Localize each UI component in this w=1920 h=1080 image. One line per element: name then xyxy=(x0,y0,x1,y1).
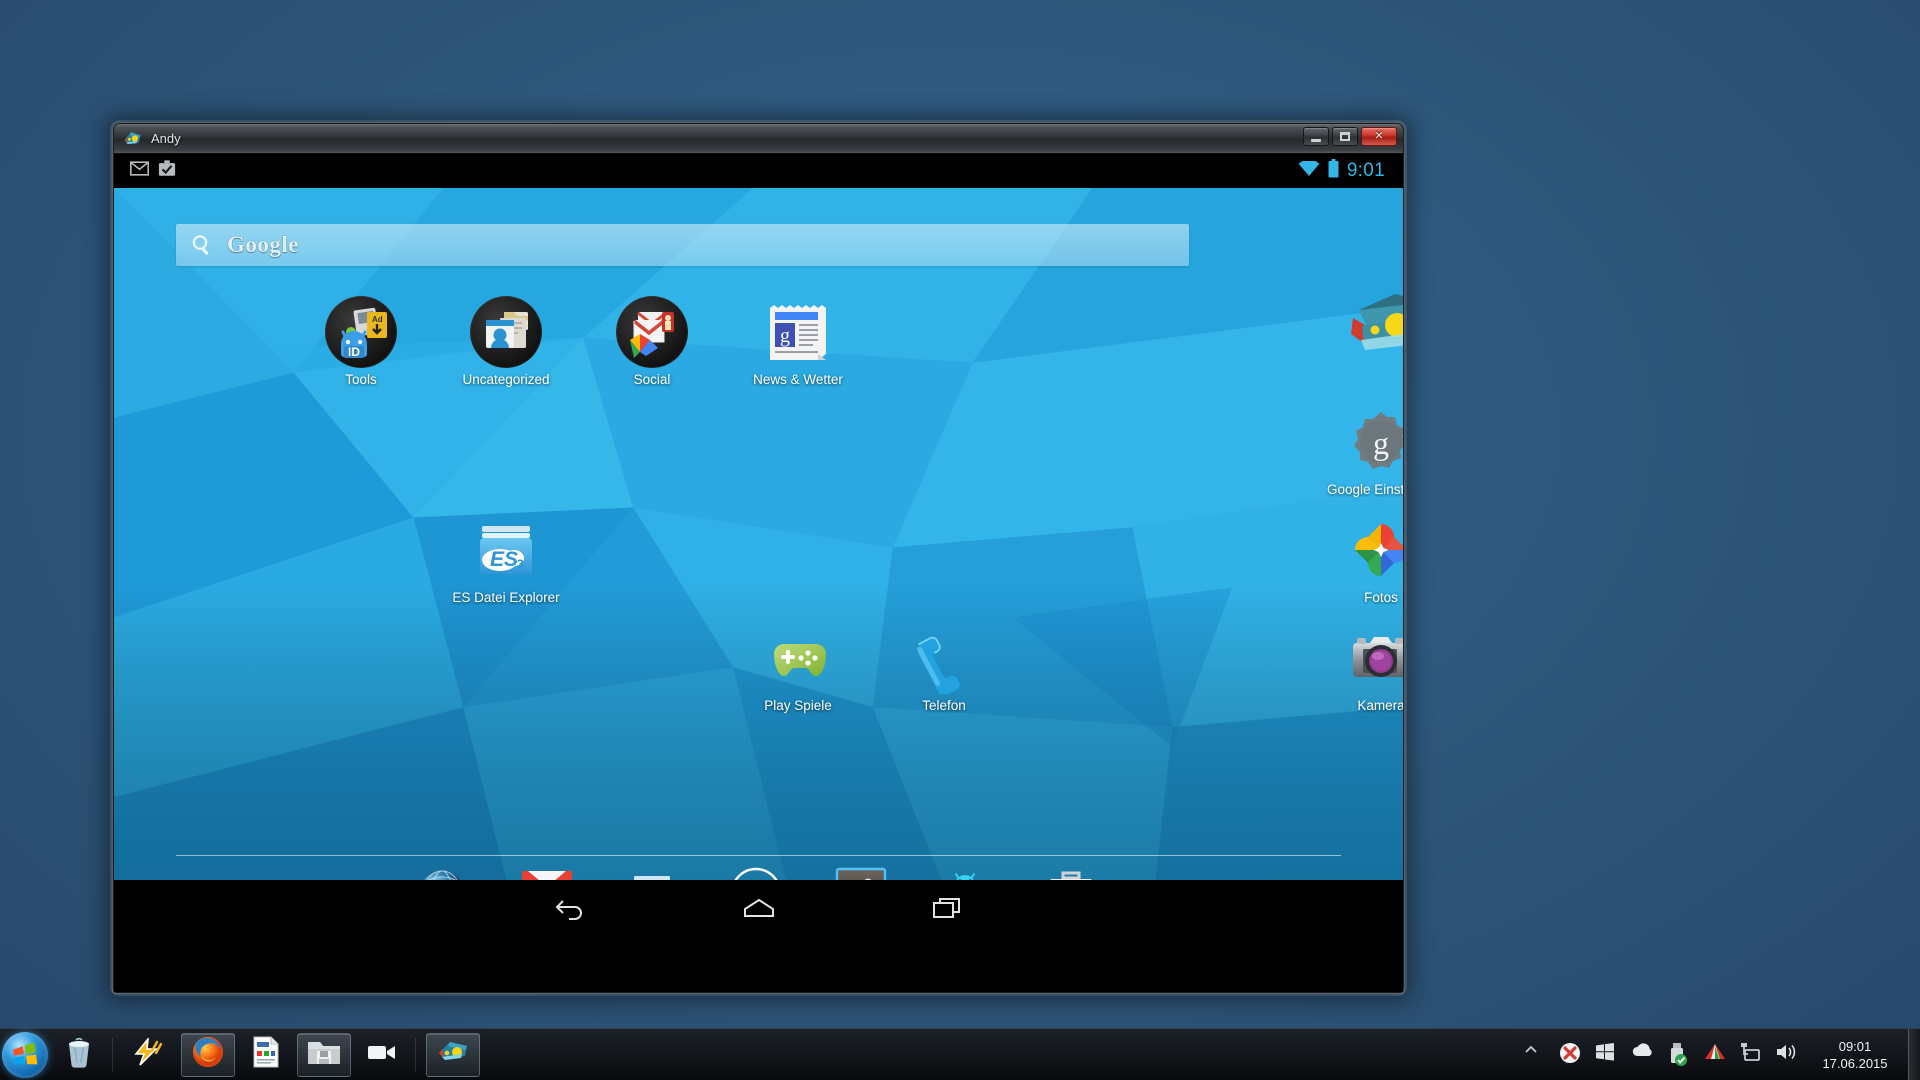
recents-icon[interactable] xyxy=(921,888,973,928)
firefox-icon xyxy=(191,1035,225,1074)
window-titlebar[interactable]: Andy ✕ xyxy=(114,124,1403,154)
android-navigation-bar xyxy=(114,880,1403,936)
windows-logo-icon[interactable] xyxy=(1595,1042,1621,1068)
app-icon-social[interactable]: Social xyxy=(590,296,714,387)
error-cross-icon[interactable] xyxy=(1559,1042,1585,1068)
window-title: Andy xyxy=(151,131,181,146)
home-icon[interactable] xyxy=(733,888,785,928)
app-label: Google Einstellungen xyxy=(1327,482,1403,497)
clock-time: 09:01 xyxy=(1838,1038,1872,1054)
briefcase-check-icon xyxy=(158,160,176,182)
show-desktop-button[interactable] xyxy=(1908,1028,1920,1080)
winamp-icon xyxy=(134,1036,166,1071)
taskbar-divider xyxy=(112,1037,113,1072)
android-home-screen: Google Ad ID Tools Uncategorized Social … xyxy=(114,188,1403,936)
svg-text:g: g xyxy=(780,325,790,347)
system-tray: 09:01 17.06.2015 xyxy=(1518,1028,1920,1080)
status-system-icons: 9:01 xyxy=(1298,159,1385,183)
wifi-icon xyxy=(1298,159,1320,182)
clock-date: 17.06.2015 xyxy=(1822,1055,1888,1071)
camera-icon xyxy=(1345,622,1403,694)
taskbar-divider xyxy=(415,1037,416,1072)
back-arrow-icon[interactable] xyxy=(545,888,597,928)
gmail-icon xyxy=(130,161,149,181)
camcorder-icon xyxy=(367,1042,397,1067)
maximize-button[interactable] xyxy=(1332,127,1358,146)
app-icon-phone[interactable]: Telefon xyxy=(882,622,1006,713)
taskbar-item-winamp[interactable] xyxy=(123,1033,177,1077)
app-icon-google-keep-box[interactable] xyxy=(1319,288,1403,364)
battery-icon xyxy=(1328,159,1339,183)
svg-text:3: 3 xyxy=(517,557,524,571)
windows-taskbar: 09:01 17.06.2015 xyxy=(0,1028,1920,1080)
app-label: ES Datei Explorer xyxy=(452,590,560,605)
android-screen: 9:01 Google Ad ID Tools Uncategorized So… xyxy=(114,154,1403,992)
chevron-up-icon[interactable] xyxy=(1523,1042,1549,1068)
google-photos-icon xyxy=(1345,514,1403,586)
android-status-bar: 9:01 xyxy=(114,154,1403,188)
andy-logo-icon xyxy=(123,129,142,148)
google-keep-box-icon xyxy=(1345,288,1403,360)
svg-text:ID: ID xyxy=(348,345,360,359)
taskbar-item-andy[interactable] xyxy=(426,1032,480,1077)
folder-tools-icon: Ad ID xyxy=(325,296,397,368)
andy-logo-icon xyxy=(436,1037,470,1072)
app-label: Play Spiele xyxy=(764,698,832,713)
status-notifications xyxy=(130,160,176,182)
folder-uncategorized-icon xyxy=(470,296,542,368)
avira-umbrella-icon[interactable] xyxy=(1703,1042,1729,1068)
app-icon-news-weather[interactable]: g News & Wetter xyxy=(736,296,860,387)
andy-emulator-window: Andy ✕ 9:01 Google Ad ID Tools Uncategor… xyxy=(110,120,1407,996)
svg-text:ES: ES xyxy=(490,548,518,571)
status-clock: 9:01 xyxy=(1346,160,1385,181)
app-label: News & Wetter xyxy=(753,372,843,387)
app-label: Kamera xyxy=(1357,698,1403,713)
app-icon-google-settings[interactable]: g Google Einstellungen xyxy=(1319,406,1403,497)
taskbar-item-firefox[interactable] xyxy=(181,1032,235,1077)
google-search-widget[interactable]: Google xyxy=(176,224,1189,266)
usb-check-icon[interactable] xyxy=(1667,1042,1693,1068)
google-settings-icon: g xyxy=(1345,406,1403,478)
taskbar-clock[interactable]: 09:01 17.06.2015 xyxy=(1816,1038,1894,1072)
phone-icon xyxy=(908,622,980,697)
windows-desktop: Andy ✕ 9:01 Google Ad ID Tools Uncategor… xyxy=(0,0,1920,1080)
app-icon-play-games[interactable]: Play Spiele xyxy=(736,622,860,713)
app-label: Telefon xyxy=(922,698,966,713)
taskbar-item-document[interactable] xyxy=(239,1033,293,1077)
app-label: Tools xyxy=(345,372,377,387)
app-icon-google-photos[interactable]: Fotos xyxy=(1319,514,1403,605)
svg-text:g: g xyxy=(1373,425,1389,461)
app-icon-tools[interactable]: Ad ID Tools xyxy=(299,296,423,387)
minimize-button[interactable] xyxy=(1303,127,1329,146)
network-icon[interactable] xyxy=(1739,1042,1765,1068)
folder-icon xyxy=(307,1038,341,1071)
document-icon xyxy=(253,1036,279,1073)
app-icon-uncategorized[interactable]: Uncategorized xyxy=(444,296,568,387)
cloud-icon[interactable] xyxy=(1631,1042,1657,1068)
close-button[interactable]: ✕ xyxy=(1361,127,1397,146)
window-controls: ✕ xyxy=(1303,127,1397,146)
google-wordmark: Google xyxy=(227,232,299,257)
folder-social-icon xyxy=(616,296,688,368)
recycle-bin-icon xyxy=(64,1036,94,1073)
app-label: Uncategorized xyxy=(462,372,550,387)
windows-start-orb-icon[interactable] xyxy=(2,1031,48,1078)
es-file-explorer-icon: ES 3 xyxy=(470,514,542,586)
svg-text:Ad: Ad xyxy=(372,315,383,324)
taskbar-item-recycle-bin[interactable] xyxy=(52,1033,106,1077)
app-label: Social xyxy=(633,372,671,387)
app-icon-es-file-explorer[interactable]: ES 3 ES Datei Explorer xyxy=(444,514,568,605)
speaker-icon[interactable] xyxy=(1775,1042,1801,1068)
news-weather-icon: g xyxy=(762,296,834,368)
app-icon-camera[interactable]: Kamera xyxy=(1319,622,1403,713)
app-label: Fotos xyxy=(1364,590,1398,605)
taskbar-item-camcorder[interactable] xyxy=(355,1033,409,1077)
play-games-icon xyxy=(762,622,834,694)
search-icon xyxy=(190,233,214,257)
taskbar-item-explorer[interactable] xyxy=(297,1032,351,1077)
